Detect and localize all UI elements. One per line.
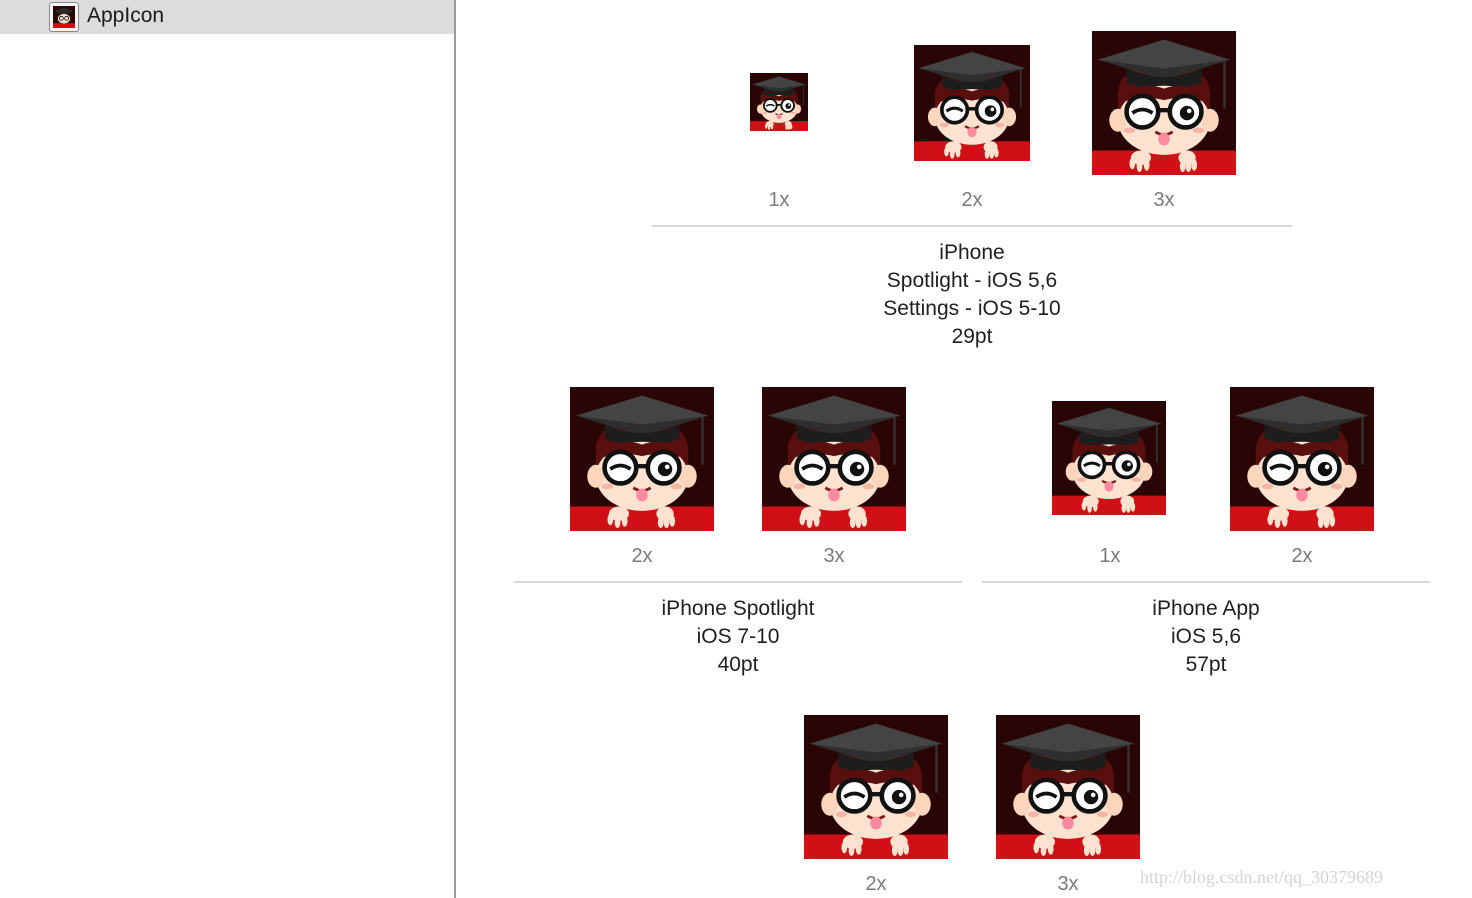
icon-slot-57pt-1x[interactable] (1052, 401, 1166, 515)
scale-label: 2x (961, 189, 983, 211)
scale-label: 3x (823, 545, 845, 567)
icon-slot-29pt-2x[interactable] (914, 45, 1030, 161)
scale-label: 2x (1291, 545, 1313, 567)
scale-label: 2x (631, 545, 653, 567)
icon-slot-60pt-3x[interactable] (996, 715, 1140, 859)
group-separator (514, 581, 962, 583)
group-label-40pt: iPhone Spotlight iOS 7-10 40pt (538, 595, 938, 679)
group-label-line: 57pt (1185, 653, 1227, 676)
group-label-line: iPhone (939, 241, 1005, 264)
icon-slot-40pt-3x[interactable] (762, 387, 906, 531)
icon-slot-40pt-2x[interactable] (570, 387, 714, 531)
group-label-line: iPhone Spotlight (661, 597, 815, 620)
icon-slot-29pt-1x[interactable] (750, 73, 808, 131)
group-separator (652, 225, 1292, 227)
group-label-line: 29pt (951, 325, 993, 348)
group-label-line: iOS 7-10 (696, 625, 780, 648)
group-label-line: iOS 5,6 (1170, 625, 1242, 648)
scale-label: 2x (865, 873, 887, 895)
group-label-line: iPhone App (1152, 597, 1260, 620)
group-label-line: Spotlight - iOS 5,6 (886, 269, 1058, 292)
scale-label: 3x (1153, 189, 1175, 211)
scale-label: 3x (1057, 873, 1079, 895)
app-icon-thumbnail-icon (49, 2, 79, 32)
asset-sidebar: AppIcon (0, 0, 455, 898)
sidebar-item-label: AppIcon (87, 4, 165, 27)
watermark: http://blog.csdn.net/qq_30379689 (1140, 867, 1383, 887)
group-label-line: Settings - iOS 5-10 (883, 297, 1061, 320)
group-label-57pt: iPhone App iOS 5,6 57pt (1006, 595, 1406, 679)
icon-set-editor: 1x 2x 3x iPhone Spotlight - iOS 5,6 Sett… (456, 0, 1472, 898)
icon-slot-60pt-2x[interactable] (804, 715, 948, 859)
scale-label: 1x (1099, 545, 1121, 567)
group-label-line: 40pt (717, 653, 759, 676)
scale-label: 1x (768, 189, 790, 211)
group-label-29pt: iPhone Spotlight - iOS 5,6 Settings - iO… (772, 239, 1172, 351)
sidebar-item-appicon[interactable]: AppIcon (0, 0, 454, 34)
icon-slot-29pt-3x[interactable] (1092, 31, 1236, 175)
icon-slot-57pt-2x[interactable] (1230, 387, 1374, 531)
group-separator (982, 581, 1430, 583)
